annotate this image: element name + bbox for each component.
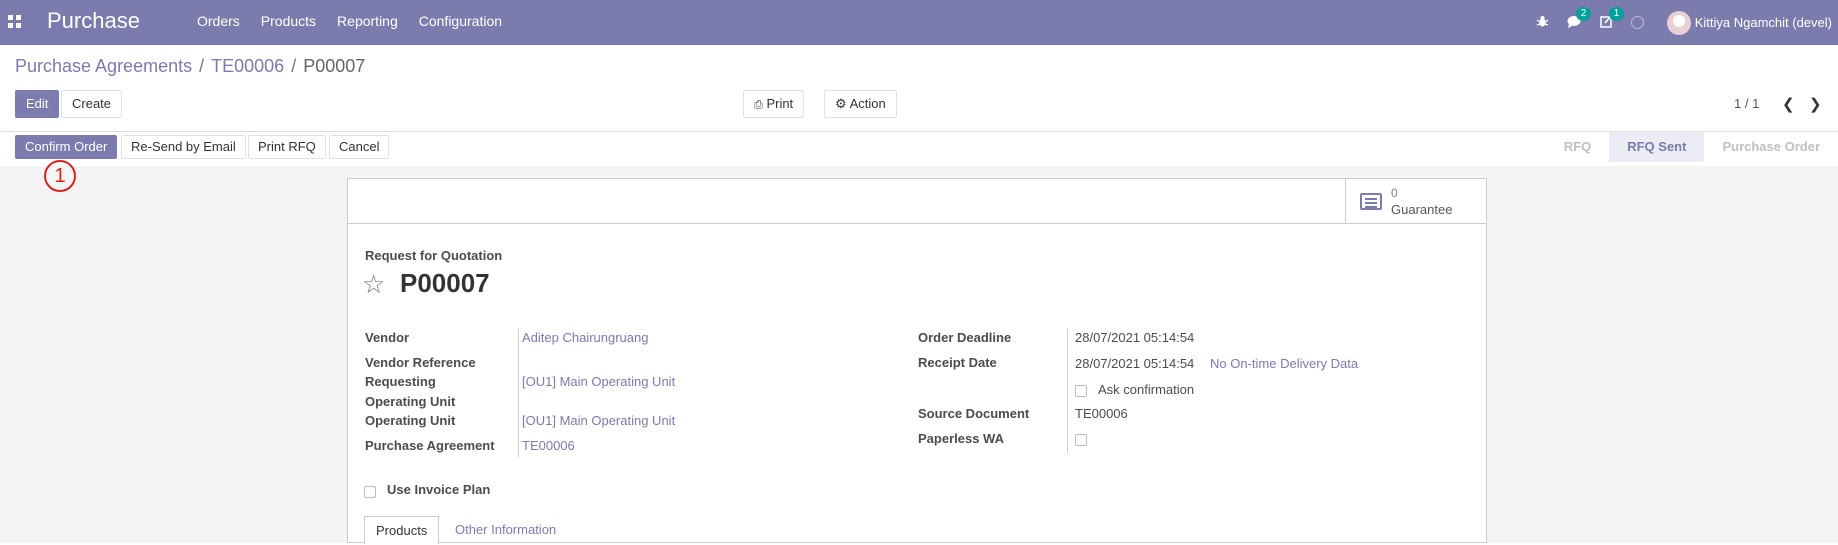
- clock-icon[interactable]: [1630, 16, 1644, 29]
- create-button[interactable]: Create: [61, 90, 123, 118]
- requesting-ou-label: Requesting: [365, 374, 436, 389]
- annotation-marker: 1: [44, 160, 76, 192]
- app-name[interactable]: Purchase: [47, 8, 140, 34]
- vendor-label: Vendor: [365, 330, 410, 345]
- purchase-agreement-value[interactable]: TE00006: [522, 437, 575, 455]
- requesting-ou-label-2: Operating Unit: [365, 394, 456, 409]
- invoice-plan-checkbox[interactable]: [364, 486, 376, 498]
- user-name[interactable]: Kittiya Ngamchit (devel): [1695, 15, 1832, 30]
- action-label: Action: [849, 96, 886, 111]
- menu-item-products[interactable]: Products: [261, 13, 316, 29]
- list-icon: [1360, 193, 1382, 210]
- operating-unit-value[interactable]: [OU1] Main Operating Unit: [522, 412, 675, 430]
- ask-confirmation-checkbox[interactable]: [1075, 385, 1087, 397]
- vendor-reference-label: Vendor Reference: [365, 355, 476, 370]
- guarantee-label: Guarantee: [1391, 202, 1453, 217]
- breadcrumb-separator: /: [199, 56, 205, 76]
- print-label: Print: [766, 96, 794, 111]
- systray: 2 1 Kittiya Ngamchit (devel): [1536, 0, 1838, 45]
- left-group-divider: [518, 329, 519, 457]
- messages-icon[interactable]: 2: [1567, 6, 1592, 31]
- document-type: Request for Quotation: [365, 248, 503, 263]
- tab-products[interactable]: Products: [364, 516, 440, 544]
- form-sheet: 0 Guarantee Request for Quotation ☆ P000…: [347, 178, 1487, 544]
- order-deadline-value: 28/07/2021 05:14:54: [1075, 330, 1195, 345]
- paperless-wa-label: Paperless WA: [918, 431, 1004, 446]
- operating-unit-label: Operating Unit: [365, 413, 456, 428]
- breadcrumb: Purchase Agreements / TE00006 / P00007: [15, 56, 365, 77]
- status-stages: RFQ RFQ Sent Purchase Order: [1546, 132, 1838, 162]
- cancel-button[interactable]: Cancel: [329, 135, 390, 159]
- activities-badge: 1: [1608, 6, 1625, 21]
- order-deadline-label: Order Deadline: [918, 330, 1012, 345]
- menu-item-orders[interactable]: Orders: [197, 13, 240, 29]
- stage-rfq-sent[interactable]: RFQ Sent: [1609, 132, 1705, 162]
- guarantee-smart-button[interactable]: 0 Guarantee: [1345, 179, 1486, 223]
- stage-rfq[interactable]: RFQ: [1546, 132, 1609, 162]
- breadcrumb-purchase-agreements[interactable]: Purchase Agreements: [15, 56, 192, 76]
- activities-icon[interactable]: 1: [1599, 6, 1625, 31]
- guarantee-count: 0: [1391, 186, 1398, 200]
- source-document-value: TE00006: [1075, 406, 1128, 421]
- receipt-date-value: 28/07/2021 05:14:54: [1075, 356, 1195, 371]
- purchase-agreement-label: Purchase Agreement: [365, 438, 495, 453]
- avatar[interactable]: [1666, 10, 1691, 35]
- pager-value[interactable]: 1 / 1: [1734, 96, 1759, 111]
- breadcrumb-current: P00007: [303, 56, 366, 76]
- ask-confirmation-label: Ask confirmation: [1098, 382, 1195, 397]
- vendor-value[interactable]: Aditep Chairungruang: [522, 329, 648, 347]
- menu-item-configuration[interactable]: Configuration: [419, 13, 502, 29]
- breadcrumb-agreement[interactable]: TE00006: [211, 56, 284, 76]
- messages-badge: 2: [1575, 6, 1592, 21]
- document-name: P00007: [400, 268, 490, 298]
- top-navbar: Purchase Orders Products Reporting Confi…: [0, 0, 1838, 45]
- confirm-order-button[interactable]: Confirm Order: [15, 135, 118, 159]
- requesting-ou-value[interactable]: [OU1] Main Operating Unit: [522, 373, 675, 391]
- invoice-plan-label: Use Invoice Plan: [387, 482, 491, 497]
- stage-purchase-order[interactable]: Purchase Order: [1704, 132, 1838, 162]
- on-time-delivery-link[interactable]: No On-time Delivery Data: [1210, 355, 1358, 373]
- main-menu: Orders Products Reporting Configuration: [197, 13, 523, 29]
- print-icon: ⎙: [754, 99, 763, 111]
- menu-item-reporting[interactable]: Reporting: [337, 13, 398, 29]
- source-document-label: Source Document: [918, 406, 1030, 421]
- print-rfq-button[interactable]: Print RFQ: [248, 135, 326, 159]
- chevron-left-icon[interactable]: ❮: [1782, 95, 1795, 113]
- apps-menu-icon[interactable]: [8, 15, 21, 28]
- star-icon[interactable]: ☆: [362, 269, 385, 300]
- resend-email-button[interactable]: Re-Send by Email: [121, 135, 246, 159]
- paperless-wa-checkbox[interactable]: [1075, 434, 1087, 446]
- right-group-divider: [1067, 329, 1068, 453]
- tab-other-information[interactable]: Other Information: [444, 516, 567, 544]
- gear-icon: ⚙: [835, 96, 847, 111]
- edit-button[interactable]: Edit: [15, 90, 60, 118]
- button-box: 0 Guarantee: [348, 179, 1486, 224]
- receipt-date-label: Receipt Date: [918, 355, 997, 370]
- bug-icon[interactable]: [1536, 15, 1549, 31]
- status-bar: Confirm Order Re-Send by Email Print RFQ…: [0, 132, 1838, 166]
- action-button[interactable]: ⚙ Action: [824, 90, 897, 118]
- chevron-right-icon[interactable]: ❯: [1809, 95, 1822, 113]
- breadcrumb-separator: /: [291, 56, 297, 76]
- print-button[interactable]: ⎙ Print: [743, 90, 805, 118]
